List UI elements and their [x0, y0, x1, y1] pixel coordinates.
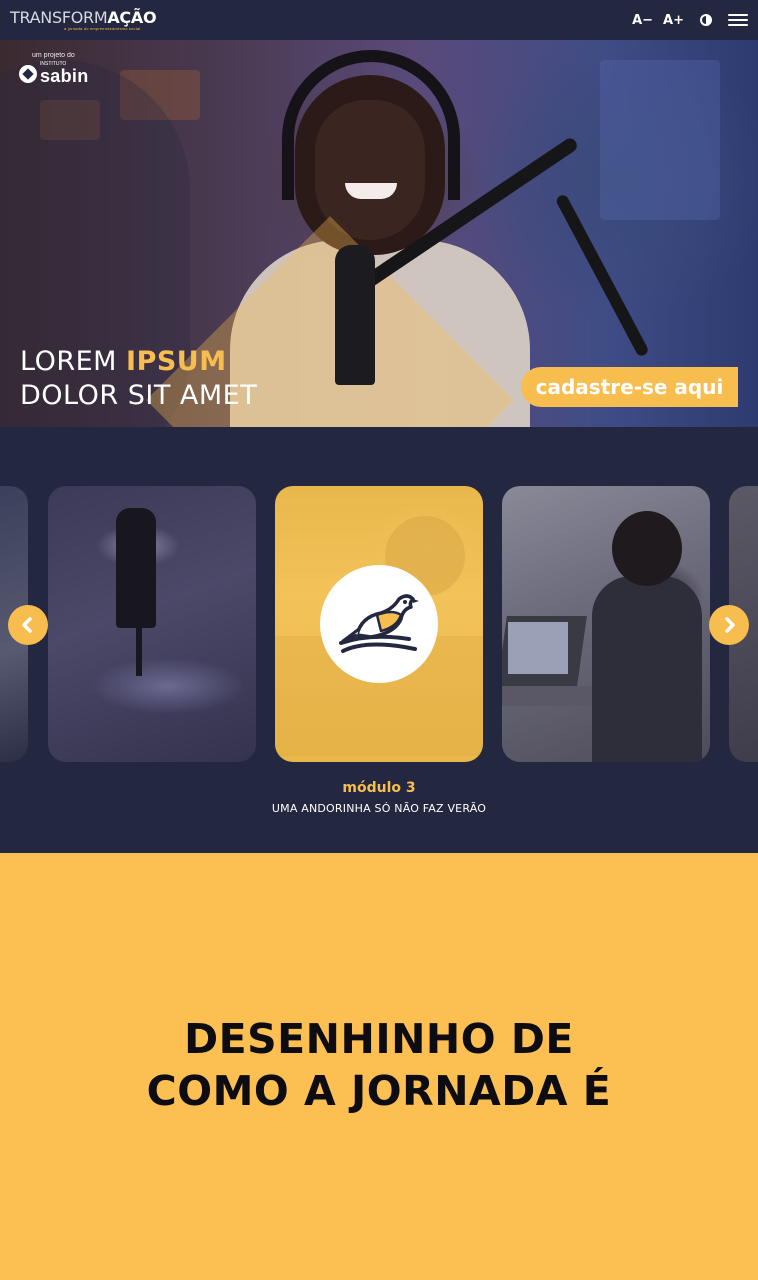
font-increase-button[interactable]: A+ [663, 13, 684, 28]
contrast-icon[interactable] [700, 14, 712, 26]
module-number: módulo 3 [342, 780, 416, 796]
accessibility-tools: A− A+ [632, 13, 748, 28]
module-card-4[interactable] [502, 486, 710, 762]
site-logo[interactable]: TRANSFORMAÇÃO a jornada do empreendedori… [10, 7, 157, 31]
journey-section: DESENHINHO DE COMO A JORNADA É [0, 853, 758, 1280]
font-decrease-button[interactable]: A− [632, 13, 653, 28]
hero-title: LOREM IPSUM DOLOR SIT AMET [20, 345, 257, 413]
module-title: UMA ANDORINHA SÓ NÃO FAZ VERÃO [271, 802, 487, 815]
bird-icon [320, 565, 438, 683]
logo-wordmark: TRANSFORMAÇÃO [10, 7, 157, 27]
hero-title-highlight: IPSUM [126, 346, 227, 377]
chevron-left-icon [22, 617, 32, 633]
microphone [335, 245, 375, 385]
journey-title-line1: DESENHINHO DE [184, 1015, 574, 1063]
hamburger-menu-icon[interactable] [728, 14, 748, 26]
hero-banner: um projeto do INSTITUTO sabin LOREM IPSU… [0, 40, 758, 427]
modules-carousel: módulo 3 UMA ANDORINHA SÓ NÃO FAZ VERÃO [0, 427, 758, 853]
journey-title-line2: COMO A JORNADA É [146, 1067, 612, 1115]
hero-title-normal: LOREM [20, 346, 127, 377]
diamond-logo-icon [19, 64, 37, 83]
carousel-prev-button[interactable] [8, 605, 48, 645]
chevron-right-icon [725, 617, 735, 633]
register-button[interactable]: cadastre-se aqui [521, 367, 738, 407]
partner-logo[interactable]: INSTITUTO sabin [19, 62, 89, 85]
module-card-3-active[interactable] [275, 486, 483, 762]
top-bar: TRANSFORMAÇÃO a jornada do empreendedori… [0, 0, 758, 40]
partner-badge: um projeto do INSTITUTO sabin [19, 52, 89, 85]
journey-title: DESENHINHO DE COMO A JORNADA É [0, 1013, 758, 1117]
partner-caption: um projeto do [32, 52, 75, 59]
hero-title-line2: DOLOR SIT AMET [20, 380, 258, 411]
logo-tagline: a jornada do empreendedorismo social [64, 25, 141, 31]
logo-part-2: AÇÃO [107, 7, 157, 27]
partner-name: sabin [40, 66, 89, 86]
logo-part-1: TRANSFORM [10, 7, 108, 27]
module-card-2[interactable] [48, 486, 256, 762]
carousel-next-button[interactable] [709, 605, 749, 645]
